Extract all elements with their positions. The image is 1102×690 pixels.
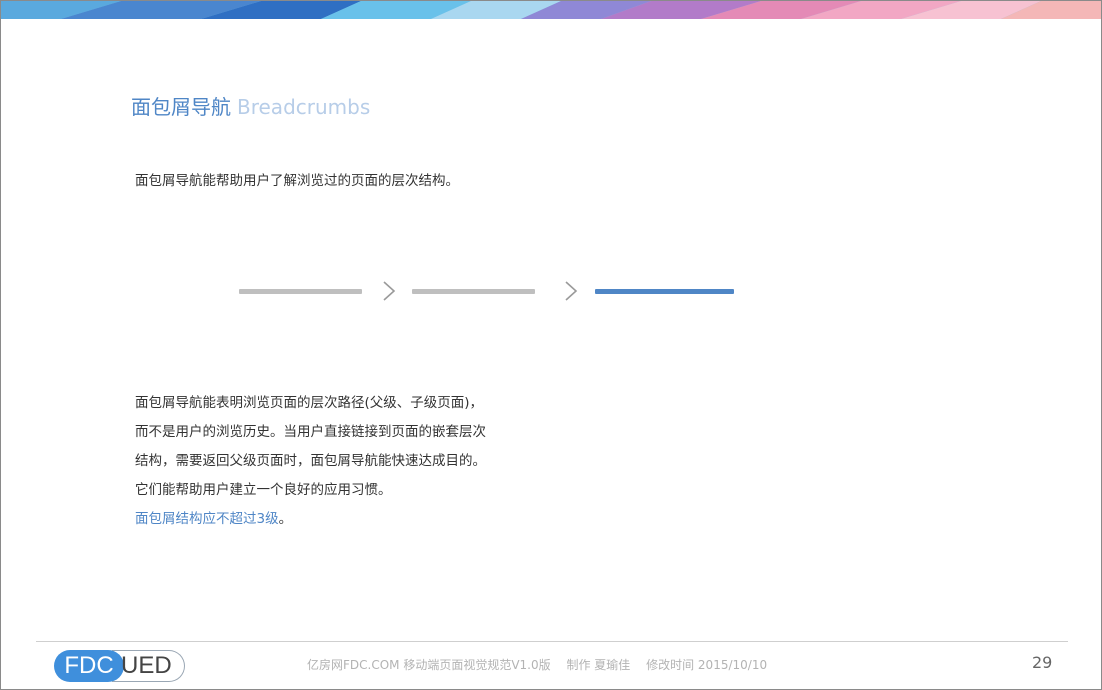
footer-divider	[36, 641, 1068, 642]
chevron-right-icon	[383, 281, 396, 301]
body-line: 面包屑导航能表明浏览页面的层次路径(父级、子级页面)，	[135, 395, 484, 411]
page-title-english: Breadcrumbs	[237, 95, 371, 119]
body-line: 而不是用户的浏览历史。当用户直接链接到页面的嵌套层次	[135, 424, 486, 440]
page-number: 29	[1032, 653, 1053, 672]
page-title: 面包屑导航 Breadcrumbs	[131, 93, 370, 121]
rule-note: 面包屑结构应不超过3级。	[135, 505, 486, 534]
footer-modified: 修改时间 2015/10/10	[646, 658, 768, 672]
logo-fdc-text: FDC	[54, 650, 124, 682]
breadcrumb-level-2-bar	[412, 289, 535, 294]
body-paragraph: 面包屑导航能表明浏览页面的层次路径(父级、子级页面)， 而不是用户的浏览历史。当…	[135, 389, 486, 534]
breadcrumb-level-1-bar	[239, 289, 362, 294]
fdc-ued-logo: FDC UED	[54, 650, 186, 682]
footer-author: 制作 夏瑜佳	[566, 658, 631, 672]
footer-site: 亿房网FDC.COM 移动端页面视觉规范V1.0版	[307, 658, 551, 672]
logo-ued-text: UED	[121, 652, 172, 679]
top-banner-decoration	[1, 1, 1101, 19]
rule-note-punctuation: 。	[278, 511, 293, 527]
intro-paragraph: 面包屑导航能帮助用户了解浏览过的页面的层次结构。	[135, 173, 459, 189]
footer-info: 亿房网FDC.COM 移动端页面视觉规范V1.0版 制作 夏瑜佳 修改时间 20…	[307, 656, 779, 674]
page-title-chinese: 面包屑导航	[131, 95, 231, 119]
rule-note-text: 面包屑结构应不超过3级	[135, 511, 279, 527]
body-line: 结构，需要返回父级页面时，面包屑导航能快速达成目的。	[135, 453, 486, 469]
breadcrumb-current-level-bar	[595, 289, 734, 294]
slide: 面包屑导航 Breadcrumbs 面包屑导航能帮助用户了解浏览过的页面的层次结构…	[0, 0, 1102, 690]
body-line: 它们能帮助用户建立一个良好的应用习惯。	[135, 482, 392, 498]
chevron-right-icon	[565, 281, 578, 301]
